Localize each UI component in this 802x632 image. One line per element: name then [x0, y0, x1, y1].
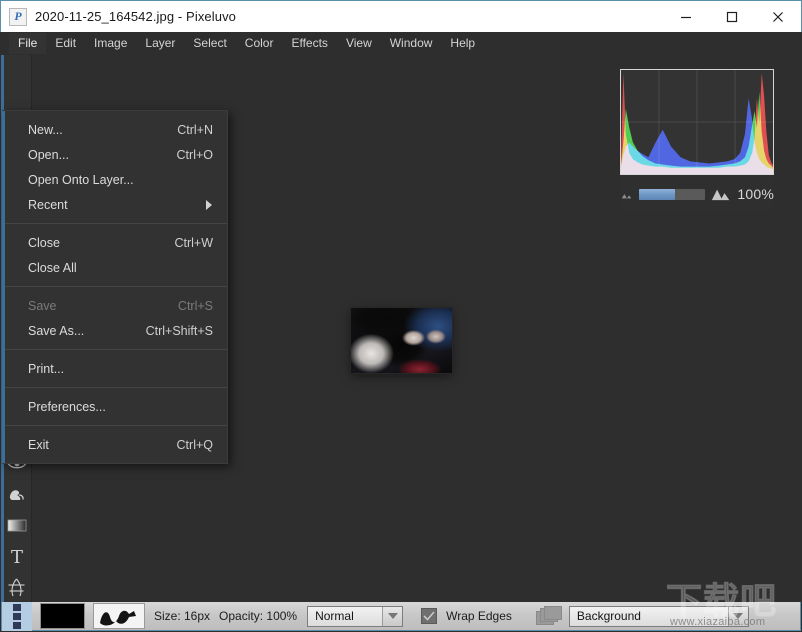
- file-menu-dropdown[interactable]: New... Ctrl+N Open... Ctrl+O Open Onto L…: [2, 110, 228, 464]
- blend-mode-value: Normal: [315, 609, 354, 623]
- menu-layer[interactable]: Layer: [136, 33, 184, 54]
- pixeluvo-window: P 2020-11-25_164542.jpg - Pixeluvo File …: [0, 0, 802, 632]
- menu-separator: [2, 286, 227, 287]
- menu-separator: [2, 223, 227, 224]
- menu-item-open-accel: Ctrl+O: [176, 147, 213, 162]
- large-mountain-icon: [712, 189, 730, 201]
- brush-size-label: Size: 16px: [154, 609, 211, 623]
- menu-file[interactable]: File: [9, 33, 47, 54]
- menu-item-close-label: Close: [28, 235, 60, 250]
- menu-item-save-as[interactable]: Save As... Ctrl+Shift+S: [2, 318, 227, 343]
- menu-separator: [2, 425, 227, 426]
- grip-dot: [13, 603, 21, 611]
- stamp-icon[interactable]: [1, 479, 32, 510]
- minimize-button[interactable]: [663, 1, 709, 33]
- bottom-options-bar: Size: 16px Opacity: 100% Normal Wrap Edg…: [1, 601, 801, 631]
- menu-item-save-accel: Ctrl+S: [177, 298, 213, 313]
- options-grip[interactable]: [2, 601, 32, 631]
- layers-icon[interactable]: [535, 606, 562, 626]
- menu-item-exit[interactable]: Exit Ctrl+Q: [2, 432, 227, 457]
- menu-item-print[interactable]: Print...: [2, 356, 227, 381]
- menu-item-new-label: New...: [28, 122, 63, 137]
- menu-separator: [2, 349, 227, 350]
- title-bar: P 2020-11-25_164542.jpg - Pixeluvo: [0, 0, 802, 32]
- histogram-zoom-slider[interactable]: [639, 188, 706, 200]
- menu-window[interactable]: Window: [381, 33, 442, 54]
- menu-effects[interactable]: Effects: [282, 33, 336, 54]
- menu-item-new-accel: Ctrl+N: [177, 122, 213, 137]
- menu-select[interactable]: Select: [184, 33, 235, 54]
- blend-mode-select[interactable]: Normal: [307, 605, 404, 627]
- wrap-edges-label: Wrap Edges: [446, 609, 512, 623]
- histogram-zoom-slider-fill: [639, 188, 676, 200]
- menu-edit[interactable]: Edit: [46, 33, 85, 54]
- menu-item-preferences-label: Preferences...: [28, 399, 106, 414]
- brush-stroke-icon: [100, 610, 136, 626]
- menu-item-close-all[interactable]: Close All: [2, 255, 227, 280]
- window-title: 2020-11-25_164542.jpg - Pixeluvo: [35, 9, 236, 24]
- menu-item-exit-label: Exit: [28, 437, 49, 452]
- histogram-svg: [621, 70, 773, 174]
- menu-item-save: Save Ctrl+S: [2, 293, 227, 318]
- foreground-color-swatch[interactable]: [40, 603, 85, 629]
- active-layer-select[interactable]: Background: [568, 605, 749, 627]
- gradient-icon[interactable]: [1, 510, 32, 541]
- brush-opacity-label: Opacity: 100%: [219, 609, 298, 623]
- grip-dot: [13, 612, 21, 620]
- work-area: fx T: [1, 55, 801, 602]
- menu-separator: [2, 387, 227, 388]
- chevron-down-icon[interactable]: [727, 606, 748, 626]
- menu-item-exit-accel: Ctrl+Q: [176, 437, 213, 452]
- canvas-image[interactable]: [351, 308, 452, 373]
- brush-preview[interactable]: [93, 603, 145, 629]
- menu-item-save-as-accel: Ctrl+Shift+S: [145, 323, 213, 338]
- mesh-warp-icon[interactable]: [1, 572, 32, 603]
- histogram-panel: 100%: [620, 69, 774, 210]
- window-controls: [663, 1, 801, 33]
- close-button[interactable]: [755, 1, 801, 33]
- menu-item-save-as-label: Save As...: [28, 323, 85, 338]
- grip-dot: [13, 621, 21, 629]
- histogram-zoom-row: 100%: [620, 183, 774, 205]
- menu-item-close-accel: Ctrl+W: [174, 235, 213, 250]
- menu-help[interactable]: Help: [441, 33, 484, 54]
- chevron-down-icon[interactable]: [382, 606, 403, 626]
- histogram-plot: [620, 69, 774, 175]
- text-t-icon[interactable]: T: [1, 541, 32, 572]
- app-logo-icon: P: [9, 7, 27, 26]
- menu-item-new[interactable]: New... Ctrl+N: [2, 117, 227, 142]
- active-layer-value: Background: [576, 609, 641, 623]
- menu-item-print-label: Print...: [28, 361, 65, 376]
- small-mountain-icon: [621, 193, 632, 198]
- menu-item-preferences[interactable]: Preferences...: [2, 394, 227, 419]
- menu-item-open-onto-layer[interactable]: Open Onto Layer...: [2, 167, 227, 192]
- menu-item-recent[interactable]: Recent: [2, 192, 227, 217]
- layer-card-front: [543, 606, 562, 620]
- menu-item-open-label: Open...: [28, 147, 69, 162]
- menu-item-close[interactable]: Close Ctrl+W: [2, 230, 227, 255]
- menu-image[interactable]: Image: [85, 33, 136, 54]
- svg-text:T: T: [10, 547, 22, 566]
- menu-bar: File Edit Image Layer Select Color Effec…: [1, 32, 801, 55]
- chevron-right-icon: [187, 199, 213, 210]
- menu-item-open-onto-layer-label: Open Onto Layer...: [28, 172, 134, 187]
- menu-item-open[interactable]: Open... Ctrl+O: [2, 142, 227, 167]
- menu-item-close-all-label: Close All: [28, 260, 77, 275]
- menu-item-recent-label: Recent: [28, 197, 68, 212]
- menu-color[interactable]: Color: [236, 33, 283, 54]
- histogram-zoom-value: 100%: [737, 186, 774, 202]
- menu-view[interactable]: View: [337, 33, 381, 54]
- wrap-edges-checkbox[interactable]: [421, 608, 438, 624]
- menu-item-save-label: Save: [28, 298, 57, 313]
- check-icon: [423, 611, 435, 621]
- maximize-button[interactable]: [709, 1, 755, 33]
